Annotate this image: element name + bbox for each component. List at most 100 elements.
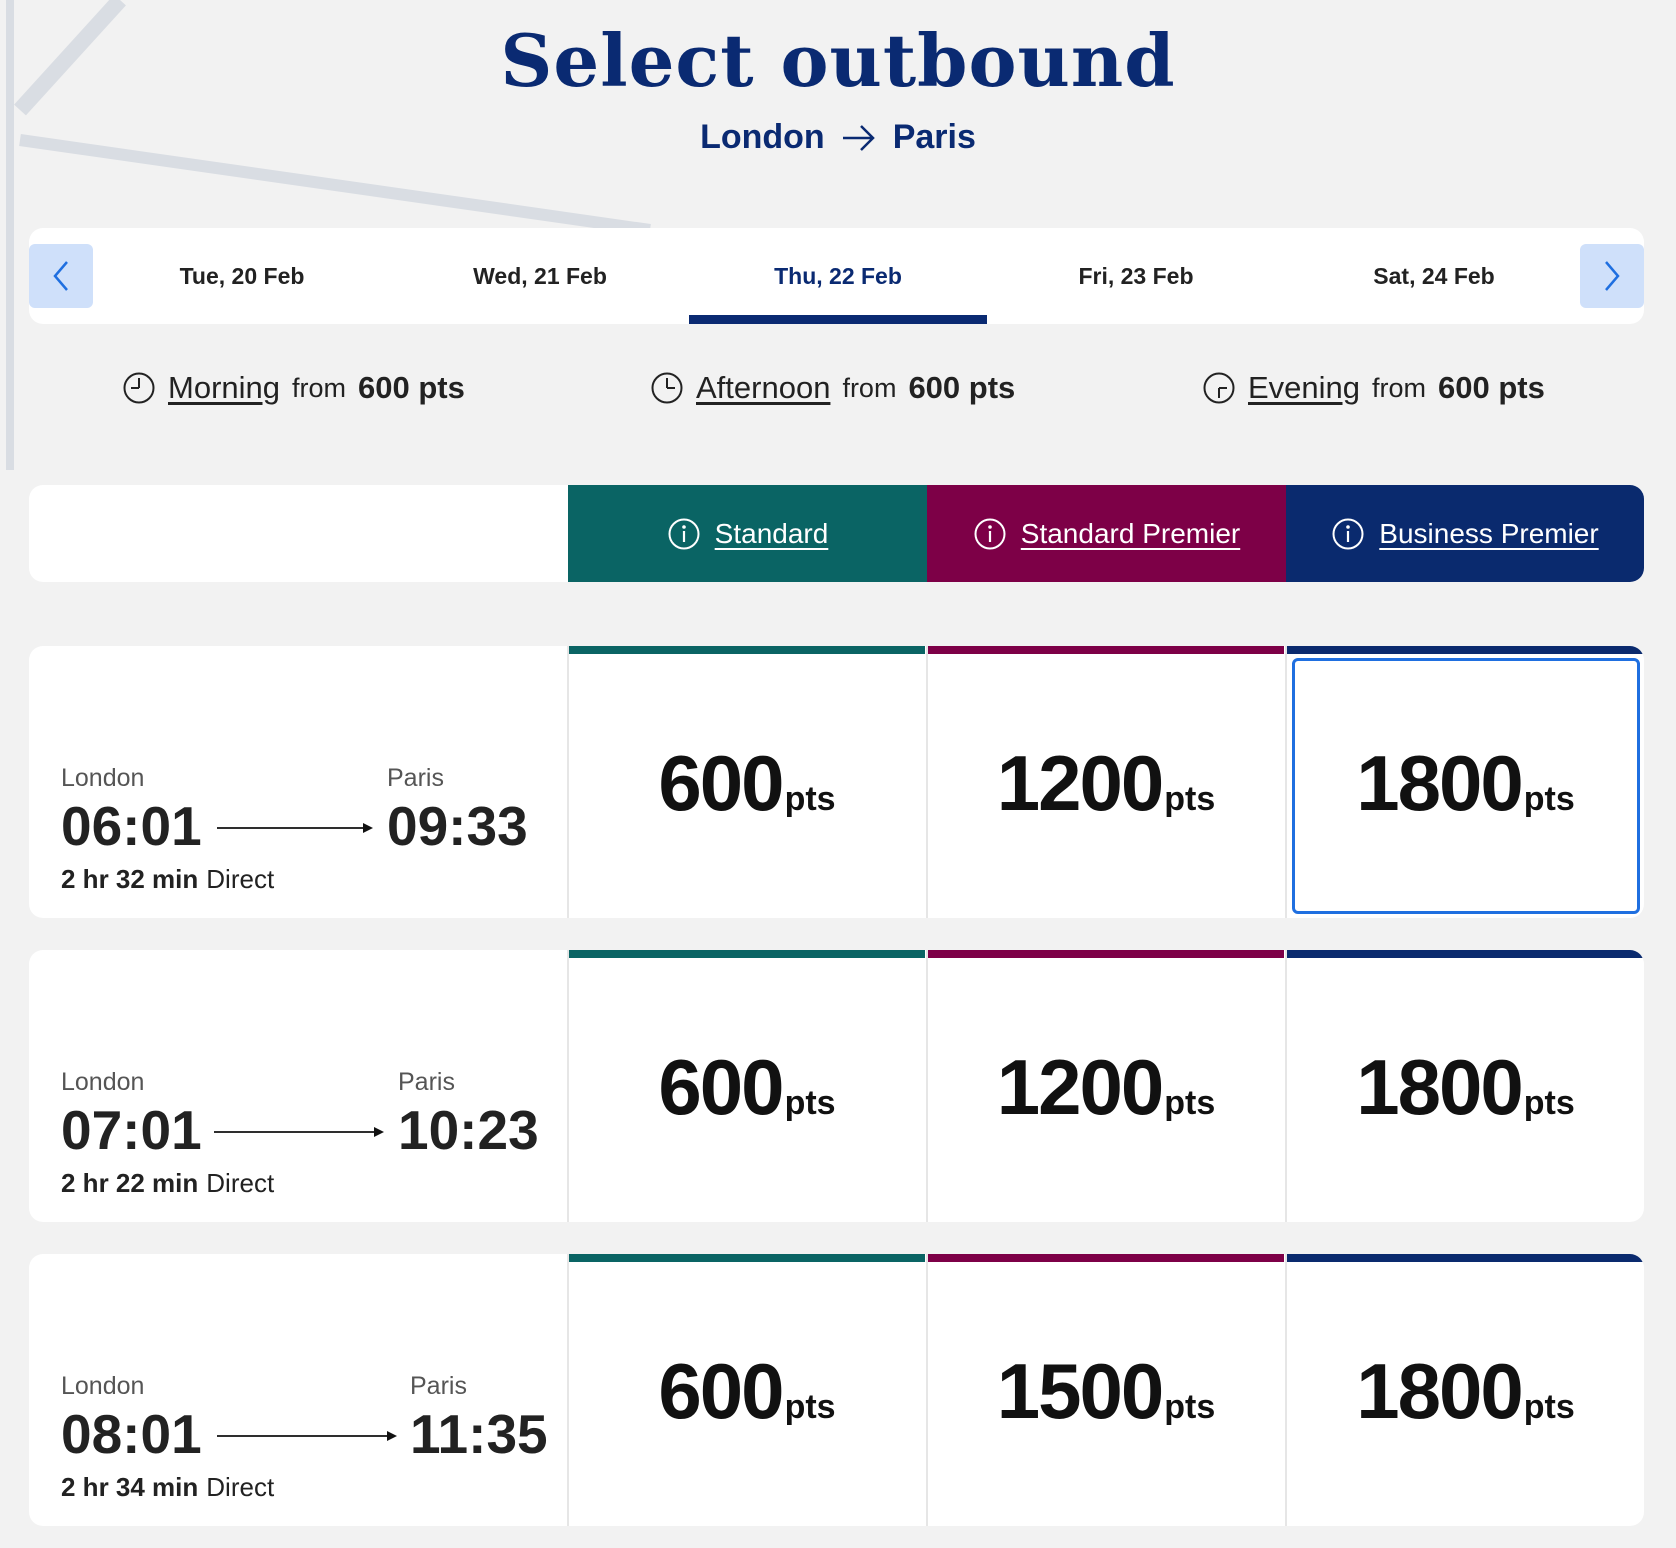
price-unit: pts xyxy=(1523,780,1575,818)
fare-class-bar xyxy=(1287,1254,1644,1262)
clock-morning-icon xyxy=(123,372,155,404)
price-value: 600 xyxy=(658,739,784,827)
page-title: Select outbound xyxy=(500,18,1176,103)
filter-evening-from: from xyxy=(1372,372,1427,403)
class-header-business-premier[interactable]: Business Premier xyxy=(1286,485,1644,582)
fare-price: 1800pts xyxy=(1287,1346,1644,1437)
origin-label: London xyxy=(700,118,825,156)
class-header-standard[interactable]: Standard xyxy=(568,485,927,582)
class-header-standard-label[interactable]: Standard xyxy=(715,518,829,550)
journey-arrow-icon xyxy=(214,1127,384,1137)
price-unit: pts xyxy=(784,1084,836,1122)
price-value: 1200 xyxy=(996,1043,1165,1131)
journey-row: London Paris 07:01 10:23 2 hr 22 min Dire… xyxy=(29,950,1644,1222)
fare-class-bar xyxy=(569,950,925,958)
journey-row: London Paris 08:01 11:35 2 hr 34 min Dire… xyxy=(29,1254,1644,1526)
destination-station: Paris xyxy=(410,1372,467,1400)
journey-info: London Paris 07:01 10:23 2 hr 22 min Dire… xyxy=(29,950,567,1222)
filter-morning-price: 600 pts xyxy=(358,370,465,405)
price-unit: pts xyxy=(784,780,836,818)
fare-business-premier[interactable]: 1800pts xyxy=(1285,1254,1644,1526)
fare-standard-premier[interactable]: 1200pts xyxy=(926,950,1284,1222)
fare-price: 1200pts xyxy=(928,738,1284,829)
journey-duration: 2 hr 32 min Direct xyxy=(61,864,274,895)
fare-business-premier[interactable]: 1800pts xyxy=(1285,950,1644,1222)
filter-afternoon-from: from xyxy=(842,372,897,403)
chevron-left-icon xyxy=(53,261,68,291)
date-tab-tue-20-feb[interactable]: Tue, 20 Feb xyxy=(93,228,391,324)
info-icon xyxy=(1332,518,1364,549)
arrow-right-icon xyxy=(842,124,875,151)
duration-value: 2 hr 22 min xyxy=(61,1168,199,1198)
fare-business-premier[interactable]: 1800pts xyxy=(1285,646,1644,918)
filter-afternoon[interactable]: Afternoon from 600 pts xyxy=(650,370,1015,406)
fare-standard[interactable]: 600pts xyxy=(567,950,925,1222)
fare-standard-premier[interactable]: 1200pts xyxy=(926,646,1284,918)
filter-morning-label[interactable]: Morning xyxy=(168,370,280,406)
arrival-time: 09:33 xyxy=(387,795,528,857)
origin-station: London xyxy=(61,1068,145,1096)
origin-station: London xyxy=(61,764,145,792)
filter-morning-from: from xyxy=(292,372,346,403)
class-header-standard-premier-label[interactable]: Standard Premier xyxy=(1021,518,1240,550)
journey-type: Direct xyxy=(206,1472,275,1502)
class-header-business-premier-label[interactable]: Business Premier xyxy=(1379,518,1598,550)
fare-class-bar xyxy=(1287,646,1644,654)
chevron-right-icon xyxy=(1605,261,1620,291)
clock-afternoon-icon xyxy=(651,372,683,404)
fare-class-bar xyxy=(569,646,925,654)
date-tab-wed-21-feb[interactable]: Wed, 21 Feb xyxy=(391,228,689,324)
journey-duration: 2 hr 22 min Direct xyxy=(61,1168,274,1199)
fare-price: 600pts xyxy=(569,1346,925,1437)
destination-station: Paris xyxy=(387,764,444,792)
journey-duration: 2 hr 34 min Direct xyxy=(61,1472,274,1503)
arrival-time: 11:35 xyxy=(410,1403,548,1465)
departure-time: 06:01 xyxy=(61,795,202,857)
price-unit: pts xyxy=(1164,1084,1216,1122)
price-value: 600 xyxy=(658,1043,784,1131)
duration-value: 2 hr 32 min xyxy=(61,864,199,894)
price-value: 1800 xyxy=(1356,1043,1524,1131)
fare-class-bar xyxy=(928,1254,1284,1262)
date-tab-thu-22-feb[interactable]: Thu, 22 Feb xyxy=(689,228,987,324)
fare-standard[interactable]: 600pts xyxy=(567,1254,925,1526)
fare-standard[interactable]: 600pts xyxy=(567,646,925,918)
filter-afternoon-label[interactable]: Afternoon xyxy=(696,370,830,406)
filter-evening[interactable]: Evening from 600 pts xyxy=(1202,370,1545,406)
info-icon xyxy=(668,518,700,549)
fare-class-header: Standard Standard Premier Business Premi… xyxy=(29,485,1644,582)
fare-price: 1800pts xyxy=(1287,1042,1644,1133)
fare-price: 1500pts xyxy=(928,1346,1284,1437)
destination-station: Paris xyxy=(398,1068,455,1096)
filter-evening-label[interactable]: Evening xyxy=(1248,370,1360,406)
fare-standard-premier[interactable]: 1500pts xyxy=(926,1254,1284,1526)
fare-price: 1800pts xyxy=(1287,738,1644,829)
origin-station: London xyxy=(61,1372,145,1400)
destination-label: Paris xyxy=(892,118,976,156)
filter-morning[interactable]: Morning from 600 pts xyxy=(122,370,465,406)
fare-class-bar xyxy=(1287,950,1644,958)
date-tab-sat-24-feb[interactable]: Sat, 24 Feb xyxy=(1285,228,1583,324)
journey-type: Direct xyxy=(206,864,275,894)
price-value: 1800 xyxy=(1356,1347,1524,1435)
filter-evening-price: 600 pts xyxy=(1438,370,1545,405)
fare-class-bar xyxy=(569,1254,925,1262)
journey-info: London Paris 06:01 09:33 2 hr 32 min Dire… xyxy=(29,646,567,918)
clock-evening-icon xyxy=(1203,372,1235,404)
time-filters: Morning from 600 pts Afternoon from 600 … xyxy=(0,370,1676,420)
fare-price: 1200pts xyxy=(928,1042,1284,1133)
date-tab-fri-23-feb[interactable]: Fri, 23 Feb xyxy=(987,228,1285,324)
journey-arrow-icon xyxy=(217,823,373,833)
departure-time: 08:01 xyxy=(61,1403,202,1465)
class-header-standard-premier[interactable]: Standard Premier xyxy=(927,485,1286,582)
fare-price: 600pts xyxy=(569,738,925,829)
price-value: 1800 xyxy=(1356,739,1524,827)
duration-value: 2 hr 34 min xyxy=(61,1472,199,1502)
arrival-time: 10:23 xyxy=(398,1099,539,1161)
departure-time: 07:01 xyxy=(61,1099,202,1161)
next-dates-button[interactable] xyxy=(1580,244,1644,308)
previous-dates-button[interactable] xyxy=(29,244,93,308)
price-value: 1500 xyxy=(996,1347,1165,1435)
filter-afternoon-price: 600 pts xyxy=(908,370,1016,405)
journey-arrow-icon xyxy=(217,1431,397,1441)
